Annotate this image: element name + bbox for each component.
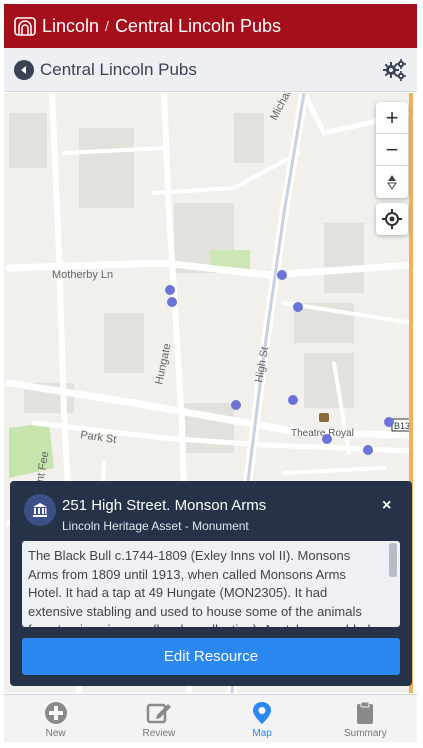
street-label-highst: High St xyxy=(253,346,271,384)
chevron-left-circle-icon xyxy=(21,65,26,74)
map-marker[interactable] xyxy=(231,400,241,410)
tab-review-label: Review xyxy=(142,728,176,739)
crosshair-icon xyxy=(382,209,402,229)
map-marker[interactable] xyxy=(322,434,332,444)
resource-type-badge xyxy=(24,494,56,526)
locate-button[interactable] xyxy=(376,203,408,235)
edit-icon xyxy=(146,703,171,724)
tab-new[interactable]: New xyxy=(4,695,107,742)
header-separator: / xyxy=(105,18,109,34)
resource-subtitle: Lincoln Heritage Asset - Monument xyxy=(62,519,249,533)
tab-new-label: New xyxy=(45,728,66,739)
header-root-link[interactable]: Lincoln xyxy=(42,16,99,37)
resource-title: 251 High Street. Monson Arms xyxy=(62,497,267,514)
header-section-title: Central Lincoln Pubs xyxy=(114,15,282,36)
lincoln-logo-icon xyxy=(14,17,36,36)
cogs-icon[interactable] xyxy=(383,58,407,82)
map-marker[interactable] xyxy=(293,302,303,312)
road-badge: B13 xyxy=(394,421,410,431)
zoom-controls: + − xyxy=(376,102,408,198)
map-marker[interactable] xyxy=(277,270,287,280)
compass-icon xyxy=(387,175,397,190)
street-label-michael: Michael xyxy=(268,93,296,122)
map-marker[interactable] xyxy=(165,285,175,295)
project-title: Central Lincoln Pubs xyxy=(40,59,197,79)
clipboard-icon xyxy=(357,701,374,724)
tab-summary-label: Summary xyxy=(343,728,387,739)
map-marker[interactable] xyxy=(363,445,373,455)
tab-review[interactable]: Review xyxy=(107,695,210,742)
back-button[interactable] xyxy=(14,59,34,80)
street-label-hungate: Hungate xyxy=(153,342,173,385)
project-bar: Central Lincoln Pubs xyxy=(4,48,417,92)
resource-popup: 251 High Street. Monson Arms Lincoln Her… xyxy=(10,481,412,686)
zoom-in-button[interactable]: + xyxy=(376,102,408,134)
tab-map[interactable]: Map xyxy=(211,695,314,742)
edit-resource-button[interactable]: Edit Resource xyxy=(22,638,400,675)
tab-map-label: Map xyxy=(252,728,272,739)
close-button[interactable]: × xyxy=(382,497,391,515)
resource-description[interactable]: The Black Bull c.1744-1809 (Exley Inns v… xyxy=(22,541,400,627)
map-marker[interactable] xyxy=(167,297,177,307)
map-marker[interactable] xyxy=(288,395,298,405)
app-header: Lincoln / Central Lincoln Pubs xyxy=(4,4,417,48)
tab-summary[interactable]: Summary xyxy=(314,695,417,742)
zoom-out-button[interactable]: − xyxy=(376,134,408,166)
map-marker-icon xyxy=(253,702,272,724)
map-right-border xyxy=(413,93,417,693)
bank-icon xyxy=(33,503,47,517)
plus-circle-icon xyxy=(44,702,67,724)
map-marker[interactable] xyxy=(384,417,394,427)
compass-button[interactable] xyxy=(376,166,408,198)
description-scrollbar[interactable] xyxy=(389,543,397,577)
street-label-motherby: Motherby Ln xyxy=(52,269,113,281)
theatre-icon xyxy=(319,413,329,422)
bottom-tab-bar: New Review Map Summary xyxy=(4,694,417,742)
